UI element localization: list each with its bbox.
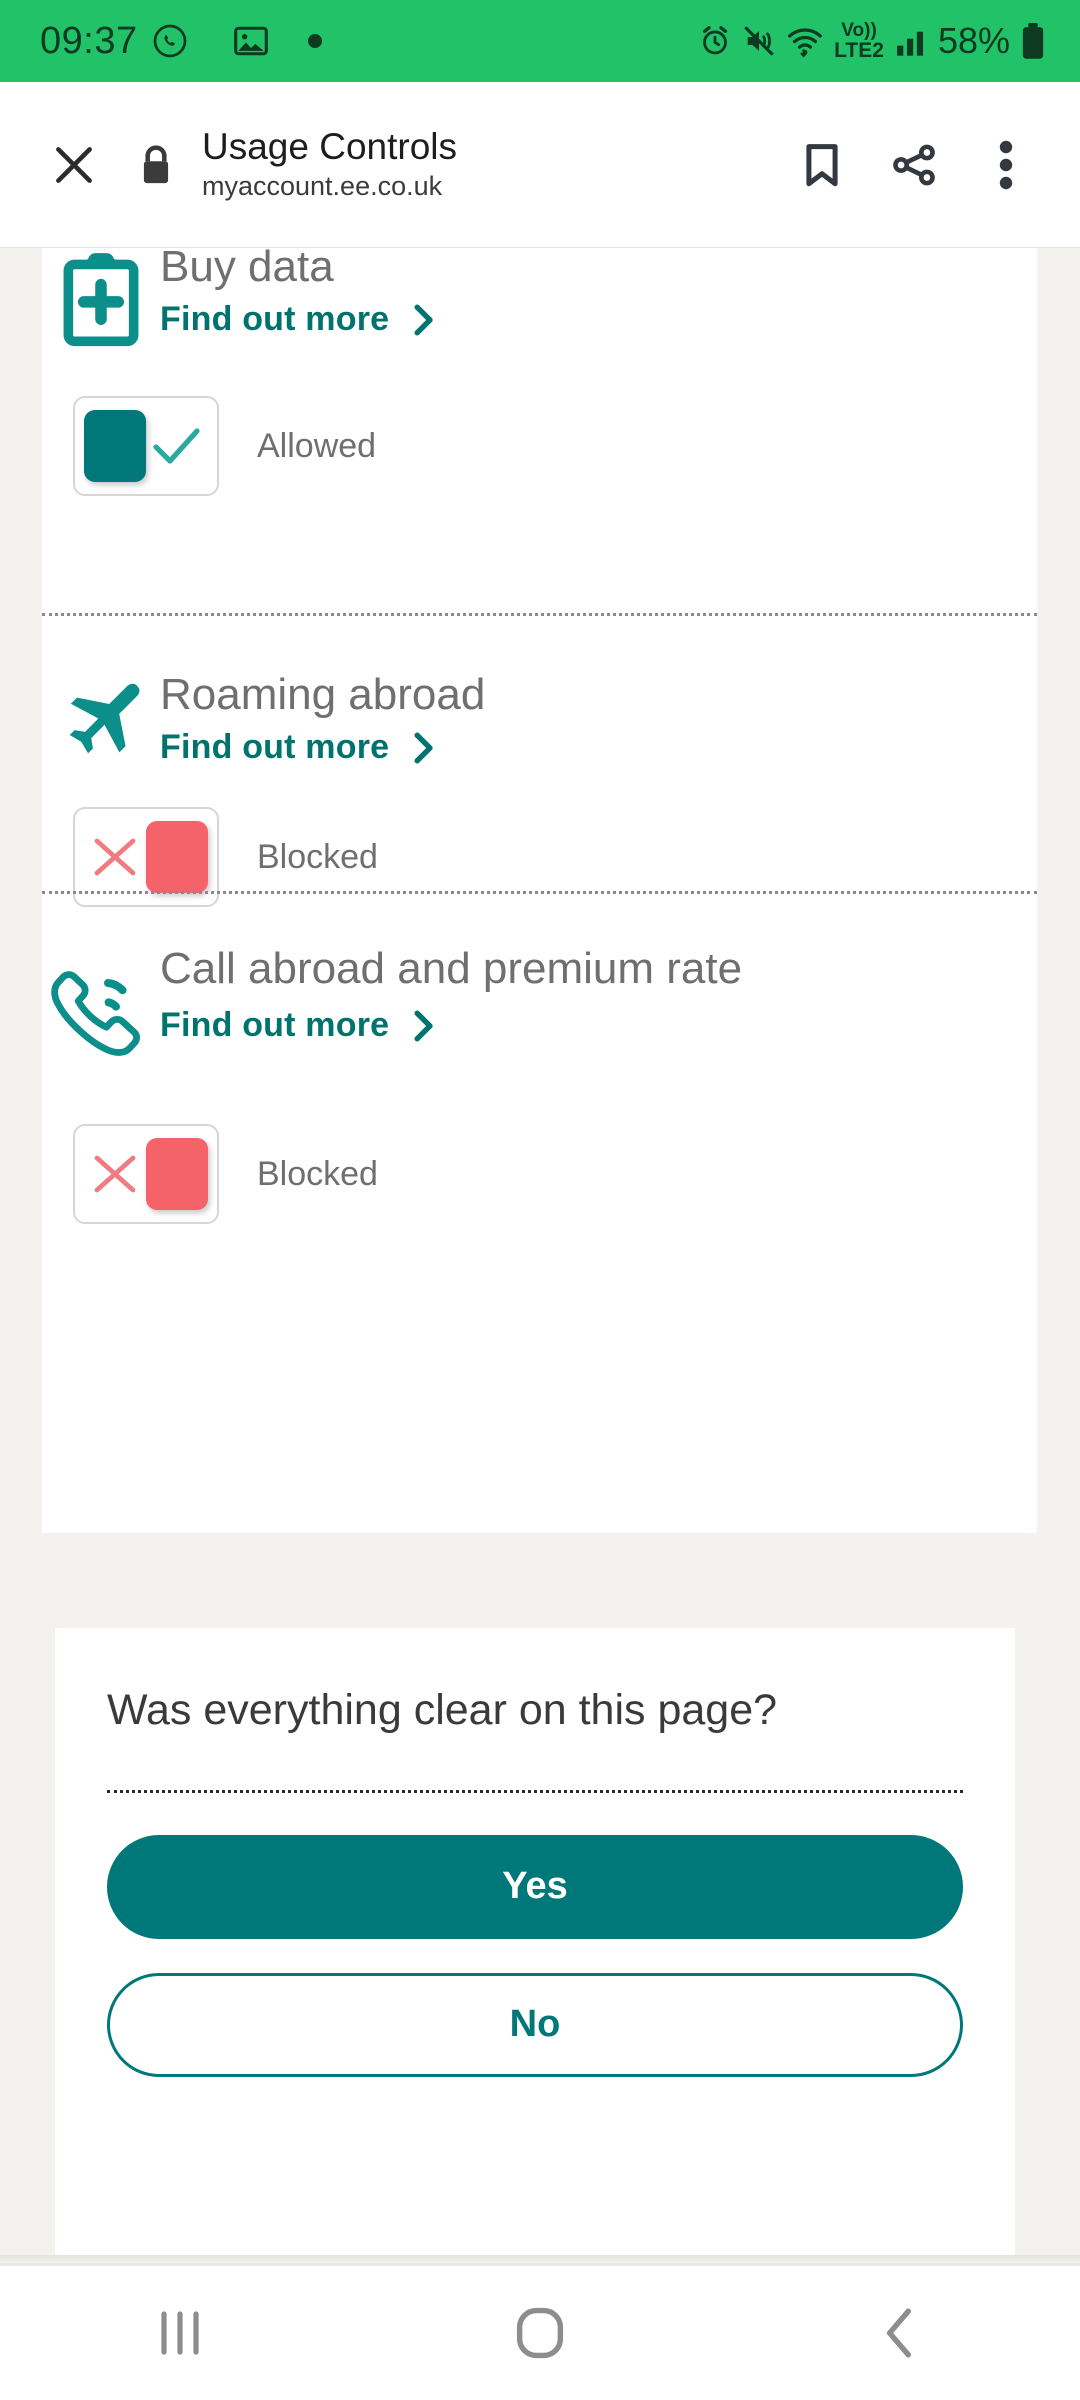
page-title: Usage Controls — [202, 126, 458, 168]
share-button[interactable] — [868, 110, 960, 220]
buy-data-icon — [42, 248, 160, 348]
address-bar[interactable]: Usage Controls myaccount.ee.co.uk — [192, 127, 776, 201]
lock-icon — [143, 144, 169, 183]
usage-control-toggle-call-abroad[interactable]: Blocked — [42, 1070, 1037, 1224]
usage-control-row-call-abroad: Call abroad and premium rate Find out mo… — [42, 936, 1037, 1224]
find-out-more-label: Find out more — [160, 300, 390, 339]
find-out-more-link-call-abroad[interactable]: Find out more — [160, 1006, 742, 1045]
chevron-right-icon — [414, 1010, 433, 1042]
feedback-question: Was everything clear on this page? — [107, 1686, 778, 1734]
usage-control-title: Roaming abroad — [160, 670, 486, 719]
lte-label: LTE2 — [834, 39, 884, 62]
battery-percent-label: 58% — [937, 20, 1010, 61]
cross-icon — [84, 821, 146, 893]
close-button[interactable] — [28, 140, 120, 190]
check-icon — [146, 410, 208, 482]
row-divider — [42, 891, 1037, 894]
usage-control-title: Call abroad and premium rate — [160, 944, 743, 993]
whatsapp-icon — [152, 23, 188, 59]
status-bar-clock: 09:37 — [40, 19, 138, 62]
usage-control-title: Buy data — [160, 248, 334, 291]
volte-label: Vo)) — [841, 20, 877, 41]
toggle-switch-allowed[interactable] — [73, 396, 219, 496]
find-out-more-label: Find out more — [160, 1006, 390, 1045]
airplane-icon — [42, 658, 160, 766]
toggle-knob — [146, 1138, 208, 1210]
chevron-right-icon — [414, 304, 433, 336]
status-bar-right: Vo)) LTE2 58% — [698, 20, 1046, 62]
toggle-switch-blocked[interactable] — [73, 1124, 219, 1224]
site-security-indicator[interactable] — [120, 144, 192, 186]
usage-control-state: Allowed — [257, 426, 377, 465]
browser-toolbar: Usage Controls myaccount.ee.co.uk — [0, 82, 1080, 248]
cross-icon — [84, 1138, 146, 1210]
mute-vibrate-icon — [742, 24, 776, 58]
recent-apps-button[interactable] — [80, 2265, 280, 2400]
status-bar: 09:37 Vo)) LTE2 58% — [0, 0, 1080, 82]
usage-controls-card: Buy data Find out more Allowed Roaming a… — [42, 248, 1037, 1533]
more-menu-button[interactable] — [960, 110, 1052, 220]
usage-control-toggle-buy-data[interactable]: Allowed — [42, 348, 1037, 496]
back-button[interactable] — [800, 2265, 1000, 2400]
dot-indicator-icon — [307, 34, 322, 48]
close-icon — [56, 146, 92, 183]
alarm-icon — [698, 24, 732, 58]
home-icon — [516, 2307, 564, 2359]
browser-actions — [776, 110, 1052, 220]
status-bar-left: 09:37 — [40, 20, 322, 63]
bookmark-icon — [806, 143, 838, 186]
scroll-shadow — [0, 2255, 1080, 2263]
phone-screen: 09:37 Vo)) LTE2 58% Usage Controls myacc… — [0, 0, 1080, 2400]
signal-bars-icon — [894, 24, 928, 58]
toggle-knob — [146, 821, 208, 894]
page-url: myaccount.ee.co.uk — [202, 171, 443, 201]
usage-control-state: Blocked — [257, 837, 378, 876]
find-out-more-link-buy-data[interactable]: Find out more — [160, 300, 437, 339]
wifi-icon — [786, 24, 824, 58]
find-out-more-link-roaming[interactable]: Find out more — [160, 728, 485, 767]
usage-control-state: Blocked — [257, 1154, 378, 1193]
image-icon — [233, 25, 268, 57]
system-navigation-bar — [0, 2263, 1080, 2400]
chevron-right-icon — [414, 732, 433, 764]
page-content[interactable]: Buy data Find out more Allowed Roaming a… — [0, 248, 1080, 2263]
recent-apps-icon — [161, 2311, 199, 2355]
feedback-no-button[interactable]: No — [107, 1972, 963, 2077]
back-chevron-icon — [886, 2308, 912, 2358]
phone-call-icon — [42, 936, 160, 1070]
usage-control-toggle-roaming[interactable]: Blocked — [42, 767, 1037, 908]
share-icon — [893, 144, 935, 185]
bookmark-button[interactable] — [776, 110, 868, 220]
feedback-card: Was everything clear on this page? Yes N… — [55, 1628, 1015, 2263]
usage-control-row-buy-data: Buy data Find out more Allowed — [42, 248, 1037, 496]
battery-icon — [1020, 22, 1046, 60]
feedback-divider — [107, 1789, 963, 1793]
row-divider — [42, 613, 1037, 616]
volte-lte2-icon: Vo)) LTE2 — [834, 21, 884, 61]
find-out-more-label: Find out more — [160, 728, 390, 767]
toggle-knob — [84, 410, 146, 482]
feedback-yes-button[interactable]: Yes — [107, 1834, 963, 1939]
home-button[interactable] — [440, 2265, 640, 2400]
usage-control-row-roaming: Roaming abroad Find out more Blocked — [42, 658, 1037, 908]
more-menu-icon — [999, 140, 1013, 189]
